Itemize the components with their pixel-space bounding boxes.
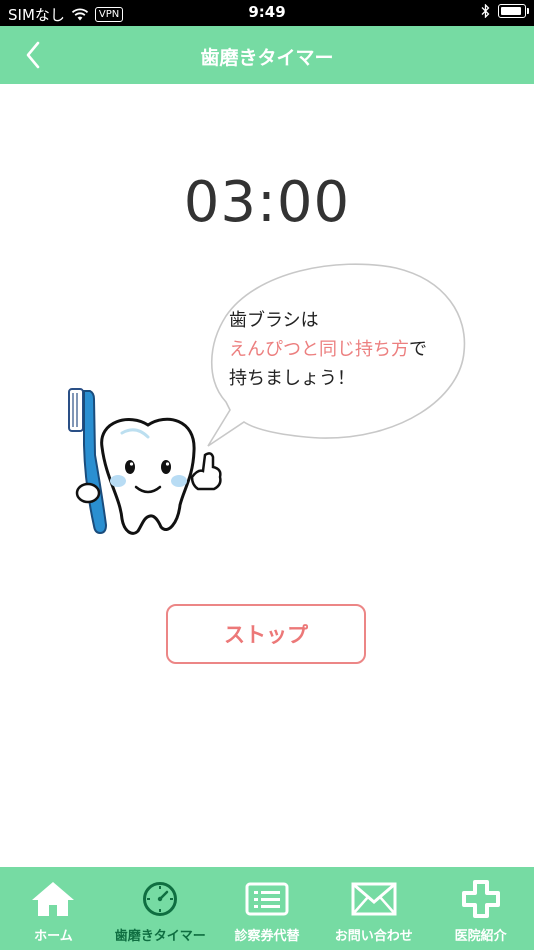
tab-card-label: 診察券代替 [234, 929, 300, 944]
timer-display: 03:00 [183, 170, 351, 235]
home-icon [32, 882, 75, 916]
bubble-line-2: えんぴつと同じ持ち方で [229, 335, 427, 364]
page-title: 歯磨きタイマー [200, 47, 334, 69]
tab-home-label: ホーム [34, 929, 73, 944]
battery-icon [498, 4, 529, 18]
mail-icon [351, 882, 397, 916]
tab-bar: ホーム 歯磨きタイマー 診察券代替 お問い合わせ 医院紹介 [0, 867, 534, 950]
stop-button[interactable]: ストップ [166, 604, 366, 664]
bubble-line-2-rest: で [409, 339, 427, 360]
timer-icon [143, 882, 178, 916]
tab-timer[interactable]: 歯磨きタイマー [107, 867, 214, 950]
tab-contact-label: お問い合わせ [334, 929, 413, 944]
tooth-mascot-illustration [68, 388, 222, 535]
tab-timer-label: 歯磨きタイマー [114, 929, 206, 944]
bluetooth-icon [481, 4, 490, 18]
tab-clinic[interactable]: 医院紹介 [427, 867, 534, 950]
bubble-line-1: 歯ブラシは [229, 310, 319, 331]
toothbrush-icon [68, 388, 108, 535]
status-right [481, 4, 529, 18]
nav-bar: 歯磨きタイマー [0, 26, 534, 84]
tab-home[interactable]: ホーム [0, 867, 107, 950]
tab-contact[interactable]: お問い合わせ [320, 867, 427, 950]
card-icon [245, 882, 289, 916]
bubble-text: 歯ブラシは えんぴつと同じ持ち方で 持ちましょう！ [229, 306, 427, 393]
bubble-line-3: 持ちましょう！ [229, 368, 355, 389]
clinic-cross-icon [461, 880, 500, 918]
bubble-highlight: えんぴつと同じ持ち方 [229, 339, 409, 360]
status-time: 9:49 [248, 3, 286, 21]
status-bar: SIMなし VPN 9:49 [0, 0, 534, 26]
tab-clinic-label: 医院紹介 [454, 929, 507, 944]
tab-card[interactable]: 診察券代替 [214, 867, 321, 950]
